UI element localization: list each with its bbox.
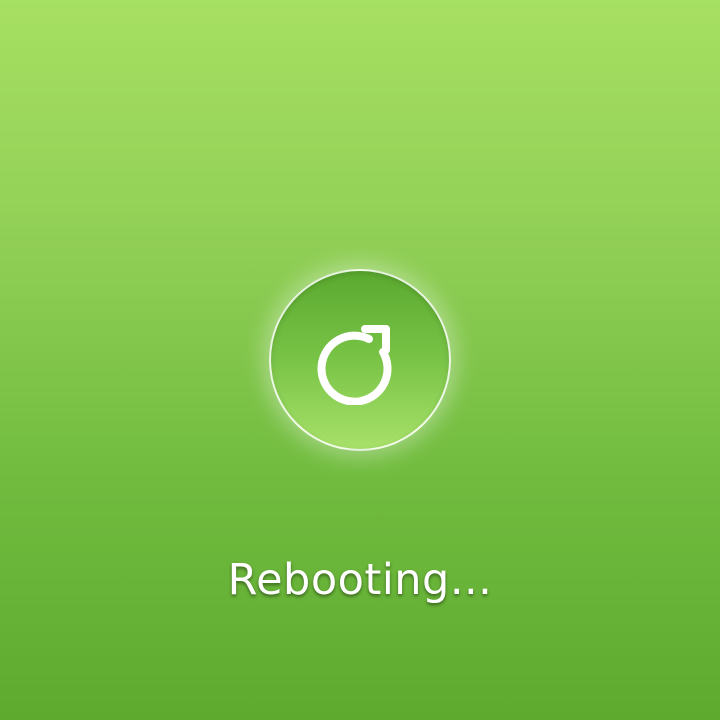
- reboot-indicator: [269, 269, 451, 451]
- status-message: Rebooting...: [227, 555, 493, 605]
- reboot-screen: Rebooting...: [0, 0, 720, 720]
- reboot-icon: [317, 325, 392, 405]
